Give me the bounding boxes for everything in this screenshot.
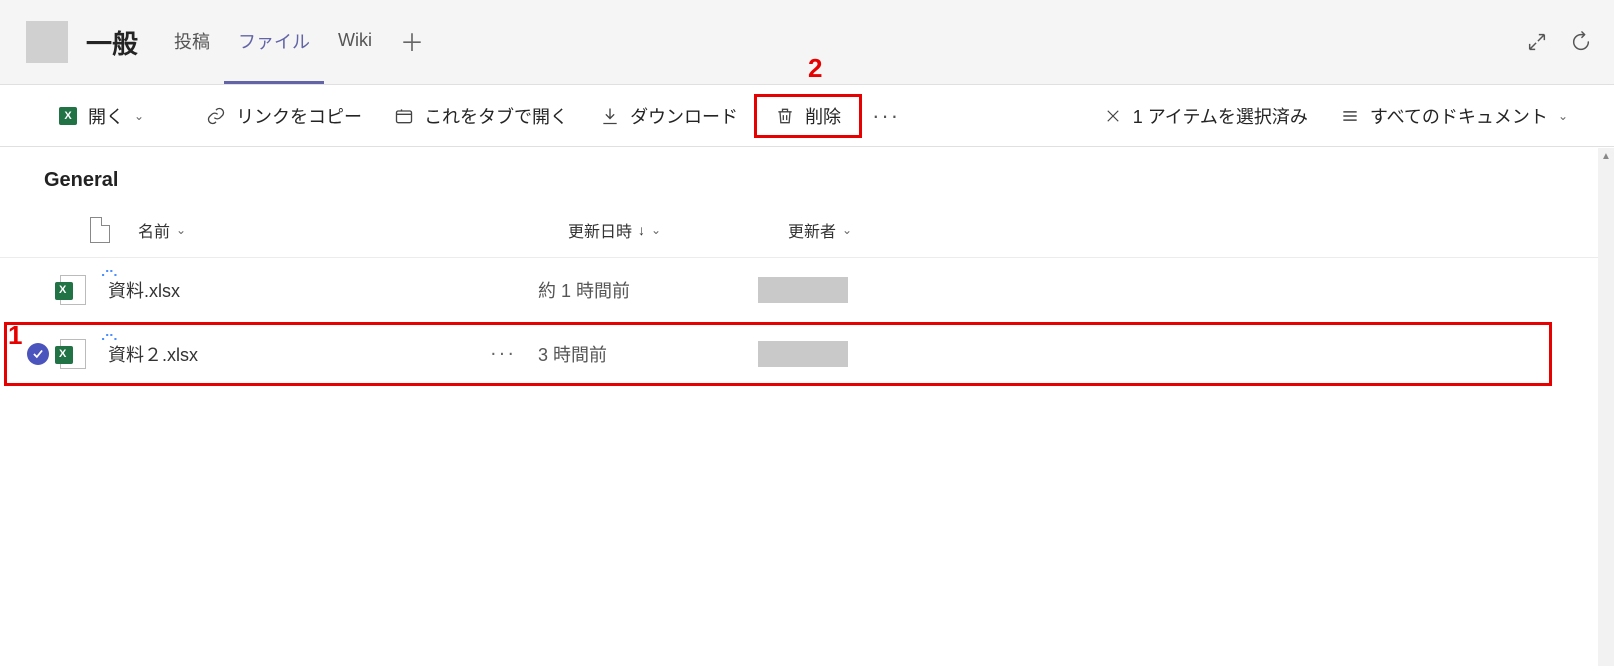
open-in-tab-button[interactable]: これをタブで開く — [378, 95, 584, 137]
column-modified-label: 更新日時 — [568, 218, 632, 242]
channel-title: 一般 — [86, 24, 138, 61]
team-avatar — [26, 21, 68, 63]
tab-wiki[interactable]: Wiki — [324, 0, 386, 84]
file-modified-by — [758, 277, 1018, 303]
command-bar-right: 1 アイテムを選択済み すべてのドキュメント ⌄ — [1087, 85, 1584, 146]
tab-add[interactable]: ＋ — [386, 0, 438, 84]
arrow-down-icon: ↓ — [638, 222, 645, 238]
chevron-down-icon: ⌄ — [176, 223, 186, 237]
close-icon — [1103, 106, 1123, 126]
checkmark-icon — [27, 343, 49, 365]
column-modified-by-label: 更新者 — [788, 218, 836, 242]
command-bar: X 開く ⌄ リンクをコピー これをタブで開く ダウンロード 削除 ··· — [0, 85, 1614, 147]
view-switcher[interactable]: すべてのドキュメント ⌄ — [1324, 95, 1584, 137]
chevron-down-icon: ⌄ — [842, 223, 852, 237]
file-name-label: 資料２.xlsx — [108, 345, 198, 365]
link-icon — [206, 106, 226, 126]
file-list: 名前 ⌄ 更新日時 ↓ ⌄ 更新者 ⌄ ⠔⠢ 資料.xlsx 約 1 時間前 ⠔… — [0, 202, 1614, 386]
delete-label: 削除 — [805, 103, 841, 129]
tab-icon — [394, 106, 414, 126]
scrollbar[interactable]: ▲ — [1598, 148, 1614, 666]
file-modified-label: 3 時間前 — [538, 345, 607, 365]
file-modified-label: 約 1 時間前 — [538, 281, 630, 301]
chevron-down-icon: ⌄ — [134, 109, 144, 123]
column-modified-by[interactable]: 更新者 ⌄ — [788, 218, 1048, 242]
open-button[interactable]: X 開く ⌄ — [42, 95, 160, 137]
selection-count-label: 1 アイテムを選択済み — [1133, 103, 1308, 129]
tab-posts[interactable]: 投稿 — [160, 0, 224, 84]
copy-link-button[interactable]: リンクをコピー — [190, 95, 378, 137]
file-row[interactable]: ⠔⠢ 資料.xlsx 約 1 時間前 — [0, 258, 1614, 322]
column-type-icon[interactable] — [90, 217, 138, 243]
column-name[interactable]: 名前 ⌄ — [138, 218, 568, 242]
redacted-block — [758, 341, 848, 367]
open-in-tab-label: これをタブで開く — [424, 103, 568, 129]
file-modified: 3 時間前 — [538, 341, 758, 367]
chevron-down-icon: ⌄ — [1558, 109, 1568, 123]
document-icon — [90, 217, 110, 243]
file-name[interactable]: 資料２.xlsx — [108, 341, 538, 367]
tab-files[interactable]: ファイル — [224, 0, 324, 84]
download-icon — [600, 106, 620, 126]
ellipsis-icon: ··· — [872, 103, 900, 129]
expand-icon[interactable] — [1522, 27, 1552, 57]
download-label: ダウンロード — [630, 103, 738, 129]
file-modified: 約 1 時間前 — [538, 277, 758, 303]
column-name-label: 名前 — [138, 218, 170, 242]
open-label: 開く — [88, 103, 124, 129]
tab-row: 投稿 ファイル Wiki ＋ — [160, 0, 438, 84]
file-name-label: 資料.xlsx — [108, 281, 180, 301]
new-indicator-icon: ⠔⠢ — [100, 264, 117, 281]
row-more-button[interactable]: ··· — [490, 343, 516, 366]
file-modified-by — [758, 341, 1018, 367]
new-indicator-icon: ⠔⠢ — [100, 328, 117, 345]
refresh-icon[interactable] — [1566, 27, 1596, 57]
channel-header: 一般 投稿 ファイル Wiki ＋ — [0, 0, 1614, 85]
download-button[interactable]: ダウンロード — [584, 95, 754, 137]
tab-files-label: ファイル — [238, 28, 310, 54]
scroll-up-icon[interactable]: ▲ — [1598, 148, 1614, 164]
excel-file-icon — [60, 339, 86, 369]
tab-posts-label: 投稿 — [174, 28, 210, 54]
clear-selection-button[interactable]: 1 アイテムを選択済み — [1087, 95, 1324, 137]
delete-button[interactable]: 削除 — [754, 94, 862, 138]
copy-link-label: リンクをコピー — [236, 103, 362, 129]
file-name[interactable]: 資料.xlsx — [108, 277, 538, 303]
tab-wiki-label: Wiki — [338, 30, 372, 51]
excel-icon: X — [58, 106, 78, 126]
file-row[interactable]: ⠔⠢ 資料２.xlsx ··· 3 時間前 — [0, 322, 1614, 386]
column-modified[interactable]: 更新日時 ↓ ⌄ — [568, 218, 788, 242]
column-header-row: 名前 ⌄ 更新日時 ↓ ⌄ 更新者 ⌄ — [0, 202, 1614, 258]
excel-file-icon — [60, 275, 86, 305]
redacted-block — [758, 277, 848, 303]
view-switcher-label: すべてのドキュメント — [1370, 103, 1548, 129]
trash-icon — [775, 106, 795, 126]
row-checkbox[interactable] — [16, 343, 60, 365]
header-actions — [1522, 0, 1596, 84]
ellipsis-icon: ··· — [490, 343, 516, 365]
chevron-down-icon: ⌄ — [651, 223, 661, 237]
folder-title: General — [0, 147, 1614, 202]
more-commands-button[interactable]: ··· — [862, 95, 910, 137]
list-icon — [1340, 106, 1360, 126]
